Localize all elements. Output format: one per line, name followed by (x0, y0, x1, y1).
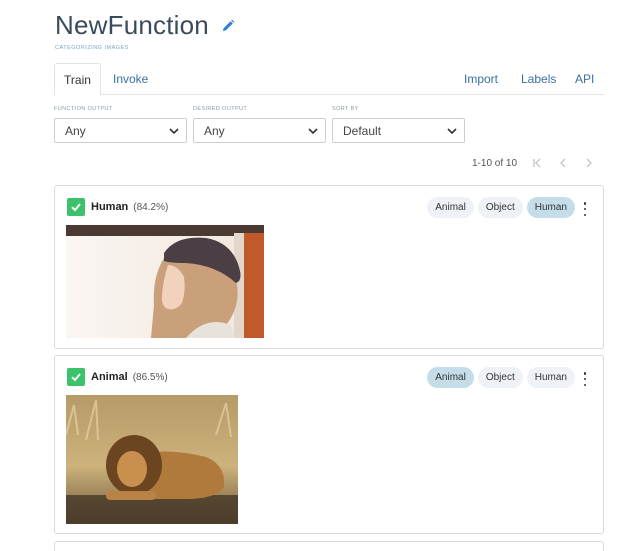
sort-by-label: SORT BY (332, 106, 359, 112)
chip-human[interactable]: Human (526, 367, 575, 388)
card-header: Human (84.2%) (67, 198, 168, 216)
api-link[interactable]: API (575, 63, 594, 95)
page-title: NewFunction (55, 10, 209, 40)
desired-output-select[interactable]: Any (193, 118, 326, 143)
desired-output-filter: DESIRED OUTPUT Any (193, 106, 326, 143)
predicted-label: Human (91, 201, 129, 213)
function-output-select[interactable]: Any (54, 118, 187, 143)
chevron-down-icon (447, 127, 457, 134)
tab-invoke[interactable]: Invoke (113, 63, 148, 95)
function-output-label: FUNCTION OUTPUT (54, 106, 113, 112)
label-chips: Animal Object Human (423, 367, 575, 388)
first-page-icon[interactable] (531, 157, 543, 169)
lion-image (66, 395, 238, 524)
label-chips: Animal Object Human (423, 197, 575, 218)
page-header: NewFunction CATEGORIZING IMAGES (55, 10, 619, 51)
sort-by-filter: SORT BY Default (332, 106, 465, 143)
chip-animal[interactable]: Animal (427, 367, 474, 388)
sort-by-value: Default (343, 123, 382, 138)
chip-human[interactable]: Human (526, 197, 575, 218)
function-output-filter: FUNCTION OUTPUT Any (54, 106, 187, 143)
chevron-down-icon (169, 127, 179, 134)
tab-bar: Train Invoke Import Labels API (54, 63, 604, 96)
chevron-down-icon (308, 127, 318, 134)
function-output-value: Any (65, 123, 86, 138)
title-row: NewFunction (55, 10, 619, 41)
confidence-value: (86.5%) (132, 371, 168, 383)
chip-object[interactable]: Object (477, 367, 523, 388)
chip-animal[interactable]: Animal (427, 197, 474, 218)
chip-object[interactable]: Object (477, 197, 523, 218)
tab-train[interactable]: Train (54, 63, 101, 96)
woman-in-beanie-image (66, 225, 264, 338)
pagination: 1-10 of 10 (472, 157, 595, 169)
confidence-value: (84.2%) (133, 201, 169, 213)
desired-output-value: Any (204, 123, 225, 138)
sort-by-select[interactable]: Default (332, 118, 465, 143)
labels-link[interactable]: Labels (521, 63, 556, 95)
desired-output-label: DESIRED OUTPUT (193, 106, 248, 112)
checkbox-checked[interactable] (67, 198, 85, 216)
import-link[interactable]: Import (464, 63, 498, 95)
checkbox-checked[interactable] (67, 368, 85, 386)
next-page-icon[interactable] (583, 157, 595, 169)
more-options-icon[interactable] (582, 372, 588, 386)
card-header: Animal (86.5%) (67, 368, 168, 386)
pencil-icon[interactable] (221, 19, 235, 33)
check-icon (71, 373, 81, 382)
predicted-label: Animal (91, 371, 128, 383)
result-card: Human (84.2%) Animal Object Human (54, 185, 604, 349)
page-subtitle: CATEGORIZING IMAGES (55, 45, 129, 51)
result-card (54, 541, 604, 551)
check-icon (71, 203, 81, 212)
prev-page-icon[interactable] (557, 157, 569, 169)
pagination-range: 1-10 of 10 (472, 157, 518, 169)
result-card: Animal (86.5%) Animal Object Human (54, 355, 604, 534)
more-options-icon[interactable] (582, 202, 588, 216)
